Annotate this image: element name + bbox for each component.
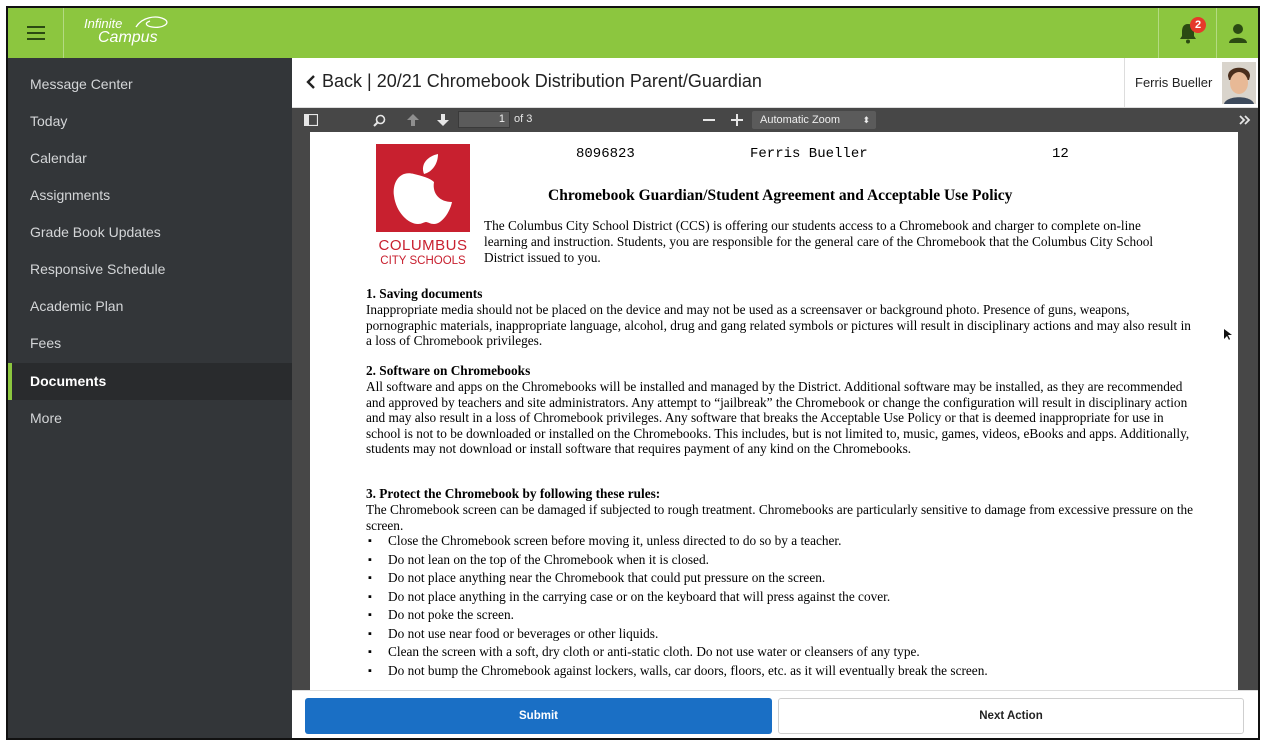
page-title: Back | 20/21 Chromebook Distribution Par… (322, 71, 762, 91)
chevron-left-icon (306, 74, 315, 89)
section-heading: 3. Protect the Chromebook by following t… (366, 486, 661, 501)
list-item: Close the Chromebook screen before movin… (366, 532, 1196, 551)
zoom-select[interactable]: Automatic Zoom ⬍ (752, 111, 876, 129)
logo-line2: Campus (98, 29, 158, 46)
section-heading: 2. Software on Chromebooks (366, 363, 531, 378)
pdf-page: COLUMBUS CITY SCHOOLS 8096823 Ferris Bue… (310, 132, 1238, 690)
back-link[interactable]: Back | 20/21 Chromebook Distribution Par… (306, 71, 762, 92)
student-id-field: 8096823 (576, 146, 635, 162)
list-item: Do not poke the screen. (366, 606, 1196, 625)
mouse-cursor-icon (1224, 329, 1232, 340)
arrow-down-icon (437, 114, 449, 126)
student-photo-icon (1222, 62, 1256, 104)
zoom-value: Automatic Zoom (760, 114, 841, 126)
zoom-in-button[interactable] (728, 108, 746, 132)
hamburger-menu-icon[interactable] (8, 8, 64, 58)
submit-button[interactable]: Submit (305, 698, 772, 734)
apple-icon (393, 154, 452, 224)
search-icon (372, 114, 385, 127)
section-body: All software and apps on the Chromebooks… (366, 379, 1190, 456)
app-window: Infinite Campus 2 Message Center Today C… (6, 6, 1260, 740)
infinite-campus-logo[interactable]: Infinite Campus (84, 16, 168, 46)
sidebar-item-more[interactable]: More (8, 400, 292, 437)
sidebar-nav: Message Center Today Calendar Assignment… (8, 58, 292, 738)
plus-icon (731, 114, 743, 126)
list-item: Do not place anything near the Chromeboo… (366, 569, 1196, 588)
sidebar-item-documents[interactable]: Documents (8, 363, 292, 400)
arrow-up-icon (407, 114, 419, 126)
sidebar-toggle-icon (304, 114, 318, 126)
student-name-field: Ferris Bueller (750, 146, 868, 162)
pdf-viewer[interactable]: COLUMBUS CITY SCHOOLS 8096823 Ferris Bue… (292, 132, 1258, 690)
sidebar-item-grade-book-updates[interactable]: Grade Book Updates (8, 214, 292, 251)
notification-count-badge: 2 (1190, 17, 1206, 33)
grade-field: 12 (1052, 146, 1069, 162)
zoom-out-button[interactable] (700, 108, 718, 132)
document-title: Chromebook Guardian/Student Agreement an… (548, 187, 1013, 204)
rules-list: Close the Chromebook screen before movin… (366, 532, 1196, 680)
sidebar-item-fees[interactable]: Fees (8, 325, 292, 362)
list-item: Do not lean on the top of the Chromebook… (366, 551, 1196, 570)
previous-page-button[interactable] (404, 108, 422, 132)
top-bar: Infinite Campus 2 (8, 8, 1258, 58)
sidebar-item-today[interactable]: Today (8, 103, 292, 140)
user-icon (1228, 24, 1247, 43)
double-chevron-right-icon (1239, 115, 1251, 125)
sidebar-item-responsive-schedule[interactable]: Responsive Schedule (8, 251, 292, 288)
section-heading: 1. Saving documents (366, 286, 483, 301)
section-body: Inappropriate media should not be placed… (366, 302, 1191, 348)
find-button[interactable] (370, 108, 388, 132)
list-item: Do not place anything in the carrying ca… (366, 588, 1196, 607)
intro-paragraph: The Columbus City School District (CCS) … (484, 218, 1154, 265)
logo-swirl-icon (135, 16, 168, 29)
tools-menu-button[interactable] (1236, 108, 1254, 132)
logo-text-columbus: COLUMBUS (378, 237, 468, 254)
sidebar-item-message-center[interactable]: Message Center (8, 66, 292, 103)
student-name[interactable]: Ferris Bueller (1135, 75, 1212, 90)
sidebar-item-calendar[interactable]: Calendar (8, 140, 292, 177)
notifications-button[interactable]: 2 (1158, 8, 1216, 58)
page-number-input[interactable]: 1 (458, 111, 510, 128)
minus-icon (703, 119, 715, 121)
toggle-sidebar-button[interactable] (302, 108, 320, 132)
action-bar: Submit Next Action (292, 690, 1258, 738)
columbus-city-schools-logo: COLUMBUS CITY SCHOOLS (374, 144, 472, 272)
select-caret-icon: ⬍ (862, 115, 870, 125)
page-header: Back | 20/21 Chromebook Distribution Par… (292, 58, 1258, 108)
section-body: The Chromebook screen can be damaged if … (366, 502, 1194, 533)
user-menu-button[interactable] (1216, 8, 1258, 58)
sidebar-item-academic-plan[interactable]: Academic Plan (8, 288, 292, 325)
pdf-toolbar: 1 of 3 Automatic Zoom ⬍ (292, 108, 1258, 132)
logo-text-city-schools: CITY SCHOOLS (380, 255, 466, 267)
logo-apple-box (376, 144, 470, 232)
next-action-button[interactable]: Next Action (778, 698, 1244, 734)
next-page-button[interactable] (434, 108, 452, 132)
sidebar-item-assignments[interactable]: Assignments (8, 177, 292, 214)
page-count: of 3 (514, 113, 533, 125)
list-item: Do not use near food or beverages or oth… (366, 625, 1196, 644)
list-item: Clean the screen with a soft, dry cloth … (366, 643, 1196, 662)
list-item: Do not bump the Chromebook against locke… (366, 662, 1196, 681)
student-avatar[interactable] (1222, 62, 1256, 104)
header-divider (1124, 58, 1125, 108)
